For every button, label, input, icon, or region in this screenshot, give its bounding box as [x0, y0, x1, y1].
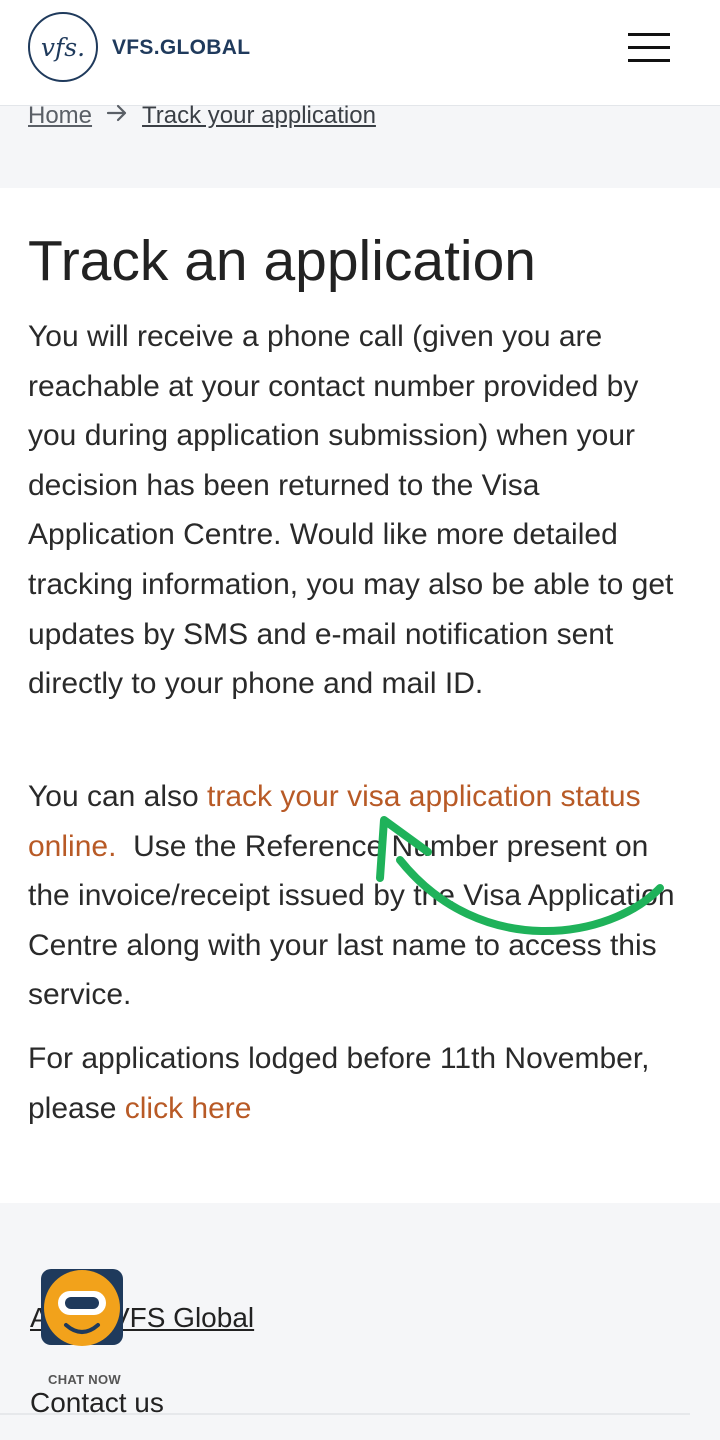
page-title: Track an application — [28, 229, 536, 293]
arrow-right-icon — [106, 102, 128, 130]
menu-line-bottom — [628, 59, 670, 62]
breadcrumb: Home Track your application — [28, 102, 376, 130]
older-applications-paragraph: For applications lodged before 11th Nove… — [28, 1034, 688, 1133]
chat-bot-svg — [41, 1269, 123, 1346]
click-here-link[interactable]: click here — [125, 1092, 252, 1125]
chat-now-label[interactable]: CHAT NOW — [48, 1372, 121, 1387]
breadcrumb-home-link[interactable]: Home — [28, 102, 92, 130]
footer-divider — [0, 1413, 690, 1415]
chat-bot-icon[interactable] — [38, 1263, 126, 1351]
para2-prefix: You can also — [28, 780, 208, 813]
breadcrumb-current-link[interactable]: Track your application — [142, 102, 376, 130]
menu-line-middle — [628, 46, 670, 49]
arrow-right-svg — [106, 104, 127, 122]
logo-text[interactable]: VFS.GLOBAL — [112, 36, 250, 60]
site-header: vfs. VFS.GLOBAL — [0, 0, 720, 106]
menu-line-top — [628, 33, 670, 36]
logo-mark: vfs. — [40, 32, 86, 62]
para3-prefix: For applications lodged before 11th Nove… — [28, 1042, 650, 1125]
para2-suffix: Use the Reference Number present on the … — [28, 829, 683, 1012]
vfs-logo[interactable]: vfs. — [28, 12, 98, 82]
hamburger-menu-icon[interactable] — [628, 33, 670, 63]
online-tracking-paragraph: You can also track your visa application… — [28, 772, 688, 1020]
intro-paragraph: You will receive a phone call (given you… — [28, 320, 674, 701]
